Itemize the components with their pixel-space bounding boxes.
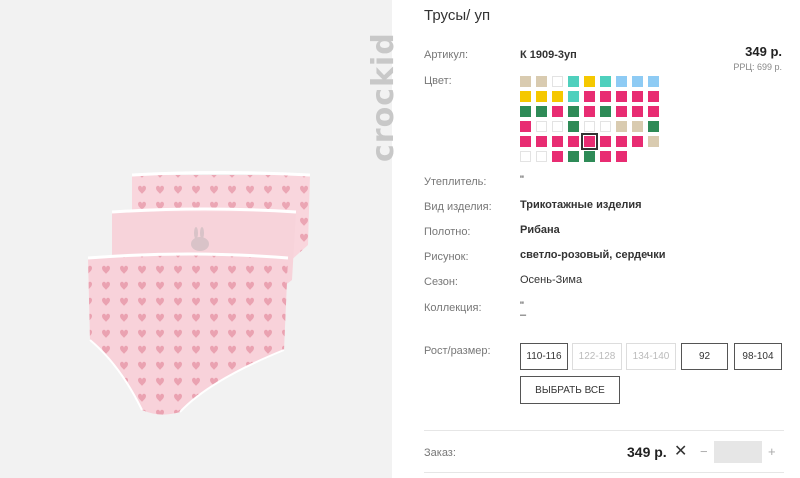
attribute-row: Рисунок: светло-розовый, сердечки — [424, 249, 784, 271]
color-swatch[interactable] — [536, 91, 547, 102]
color-swatch[interactable] — [584, 91, 595, 102]
color-swatch[interactable] — [568, 91, 579, 102]
color-swatch[interactable] — [520, 76, 531, 87]
select-all-button[interactable]: ВЫБРАТЬ ВСЕ — [520, 376, 620, 404]
color-swatch[interactable] — [520, 151, 531, 162]
color-swatch[interactable] — [552, 106, 563, 117]
attribute-row: Утеплитель: " — [424, 174, 784, 196]
color-swatch[interactable] — [632, 76, 643, 87]
color-swatch[interactable] — [600, 151, 611, 162]
product-photo — [87, 171, 311, 415]
color-swatch[interactable] — [552, 76, 563, 87]
color-swatch[interactable] — [581, 133, 598, 150]
color-swatch[interactable] — [568, 151, 579, 162]
color-swatch[interactable] — [584, 76, 595, 87]
attribute-value: " – — [520, 300, 527, 321]
color-swatch[interactable] — [536, 76, 547, 87]
brand-logo: crockid — [340, 30, 401, 170]
color-swatch[interactable] — [552, 151, 563, 162]
article-label: Артикул: — [424, 49, 469, 61]
color-swatch[interactable] — [632, 136, 643, 147]
order-price: 349 р. — [627, 444, 667, 460]
color-swatch[interactable] — [536, 136, 547, 147]
product-title: Трусы/ уп — [424, 7, 491, 24]
attribute-label: Утеплитель: — [424, 176, 487, 188]
color-swatch[interactable] — [600, 121, 611, 132]
quantity-increase-button[interactable]: + — [768, 444, 776, 459]
color-swatch[interactable] — [648, 121, 659, 132]
attribute-label: Вид изделия: — [424, 201, 492, 213]
order-label: Заказ: — [424, 447, 456, 459]
color-swatch[interactable] — [520, 106, 531, 117]
remove-icon[interactable]: ✕ — [674, 441, 687, 461]
sizes-label: Рост/размер: — [424, 345, 491, 357]
product-price: 349 р. — [745, 44, 782, 59]
color-swatch[interactable] — [648, 91, 659, 102]
product-info: Трусы/ уп Артикул: К 1909-3уп 349 р. РРЦ… — [424, 0, 800, 478]
attribute-label: Коллекция: — [424, 302, 482, 314]
color-swatch[interactable] — [520, 136, 531, 147]
color-swatch[interactable] — [568, 76, 579, 87]
color-swatch[interactable] — [616, 151, 627, 162]
color-swatch[interactable] — [552, 136, 563, 147]
size-option[interactable]: 110-116 — [520, 343, 568, 370]
color-swatch[interactable] — [616, 91, 627, 102]
attribute-row: Полотно: Рибана — [424, 224, 784, 246]
attribute-value: светло-розовый, сердечки — [520, 249, 666, 261]
color-swatch[interactable] — [648, 106, 659, 117]
size-option[interactable]: 98-104 — [734, 343, 782, 370]
color-swatch[interactable] — [648, 76, 659, 87]
color-swatch[interactable] — [648, 136, 659, 147]
color-swatch[interactable] — [584, 121, 595, 132]
color-swatch[interactable] — [536, 151, 547, 162]
color-swatch[interactable] — [520, 91, 531, 102]
color-label: Цвет: — [424, 75, 452, 87]
attribute-value: Трикотажные изделия — [520, 199, 642, 211]
product-image-panel: crockid — [0, 0, 401, 478]
size-option[interactable]: 122-128 — [572, 343, 622, 370]
color-swatch[interactable] — [552, 121, 563, 132]
attribute-label: Полотно: — [424, 226, 471, 238]
color-swatch[interactable] — [600, 106, 611, 117]
color-swatch[interactable] — [632, 121, 643, 132]
color-swatch[interactable] — [584, 106, 595, 117]
color-swatch[interactable] — [552, 91, 563, 102]
article-value: К 1909-3уп — [520, 49, 577, 61]
size-option[interactable]: 134-140 — [626, 343, 676, 370]
rrc-price: РРЦ: 699 р. — [733, 62, 782, 72]
color-swatch[interactable] — [584, 151, 595, 162]
divider — [424, 472, 784, 473]
color-swatch[interactable] — [616, 136, 627, 147]
color-swatch[interactable] — [536, 106, 547, 117]
color-swatch[interactable] — [600, 91, 611, 102]
quantity-input[interactable] — [714, 441, 762, 463]
attribute-value: Осень-Зима — [520, 274, 583, 286]
color-swatch[interactable] — [616, 76, 627, 87]
attribute-row: Сезон: Осень-Зима — [424, 274, 784, 296]
color-swatch[interactable] — [616, 106, 627, 117]
divider — [424, 430, 784, 431]
color-swatch[interactable] — [520, 121, 531, 132]
attribute-value: " — [520, 174, 524, 186]
color-swatch[interactable] — [536, 121, 547, 132]
attribute-row: Вид изделия: Трикотажные изделия — [424, 199, 784, 221]
attribute-label: Рисунок: — [424, 251, 469, 263]
color-swatch[interactable] — [568, 121, 579, 132]
color-swatch[interactable] — [632, 91, 643, 102]
color-swatch[interactable] — [600, 76, 611, 87]
attribute-value: Рибана — [520, 224, 560, 236]
attribute-row: Коллекция: " – — [424, 300, 784, 322]
article-row: Артикул: К 1909-3уп — [424, 49, 784, 69]
color-swatch[interactable] — [632, 106, 643, 117]
size-option[interactable]: 92 — [681, 343, 728, 370]
color-swatch[interactable] — [568, 136, 579, 147]
color-swatch[interactable] — [616, 121, 627, 132]
attribute-label: Сезон: — [424, 276, 458, 288]
quantity-decrease-button[interactable]: − — [700, 444, 708, 459]
color-swatch[interactable] — [568, 106, 579, 117]
color-swatch[interactable] — [600, 136, 611, 147]
brand-logo-text: crockid — [366, 32, 401, 162]
